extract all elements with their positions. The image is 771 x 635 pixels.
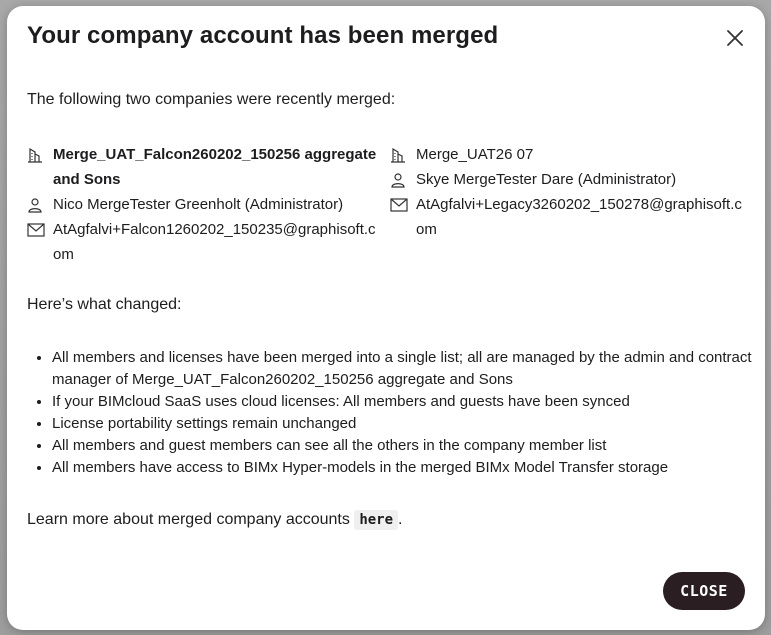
merge-dialog: Your company account has been merged The… [7,6,765,630]
close-icon[interactable] [723,26,747,50]
company-admin-row: Skye MergeTester Dare (Administrator) [390,167,750,192]
mail-icon [390,192,416,217]
company-email-row: AtAgfalvi+Falcon1260202_150235@graphisof… [27,217,382,267]
company-name-row: Merge_UAT26 07 [390,142,750,167]
company-card-primary: Merge_UAT_Falcon260202_150256 aggregate … [27,142,382,267]
learn-more-period: . [398,511,403,528]
company-admin: Skye MergeTester Dare (Administrator) [416,171,677,188]
company-admin: Nico MergeTester Greenholt (Administrato… [53,196,344,213]
user-icon [27,192,53,217]
changes-heading: Here’s what changed: [27,296,182,313]
change-item: License portability settings remain unch… [52,413,771,435]
changes-list: All members and licenses have been merge… [27,347,771,479]
company-card-secondary: Merge_UAT26 07 Skye MergeTester Dare (Ad… [390,142,750,242]
close-button[interactable]: CLOSE [663,572,745,610]
company-email-row: AtAgfalvi+Legacy3260202_150278@graphisof… [390,192,750,242]
change-item: All members and licenses have been merge… [52,347,771,391]
mail-icon [27,217,53,242]
change-item: If your BIMcloud SaaS uses cloud license… [52,391,771,413]
company-email: AtAgfalvi+Legacy3260202_150278@graphisof… [416,196,742,238]
learn-more-link[interactable]: here [354,510,399,530]
learn-more-label: Learn more about merged company accounts [27,511,350,528]
change-item: All members and guest members can see al… [52,435,771,457]
learn-more-text: Learn more about merged company accounts… [27,510,403,530]
user-icon [390,167,416,192]
dialog-intro: The following two companies were recentl… [27,91,396,108]
company-admin-row: Nico MergeTester Greenholt (Administrato… [27,192,382,217]
building-icon [27,142,53,167]
company-name: Merge_UAT_Falcon260202_150256 aggregate … [53,146,377,188]
change-item: All members have access to BIMx Hyper-mo… [52,457,771,479]
company-name: Merge_UAT26 07 [416,146,534,163]
building-icon [390,142,416,167]
dialog-title: Your company account has been merged [27,22,499,49]
company-email: AtAgfalvi+Falcon1260202_150235@graphisof… [53,221,376,263]
company-name-row: Merge_UAT_Falcon260202_150256 aggregate … [27,142,382,192]
